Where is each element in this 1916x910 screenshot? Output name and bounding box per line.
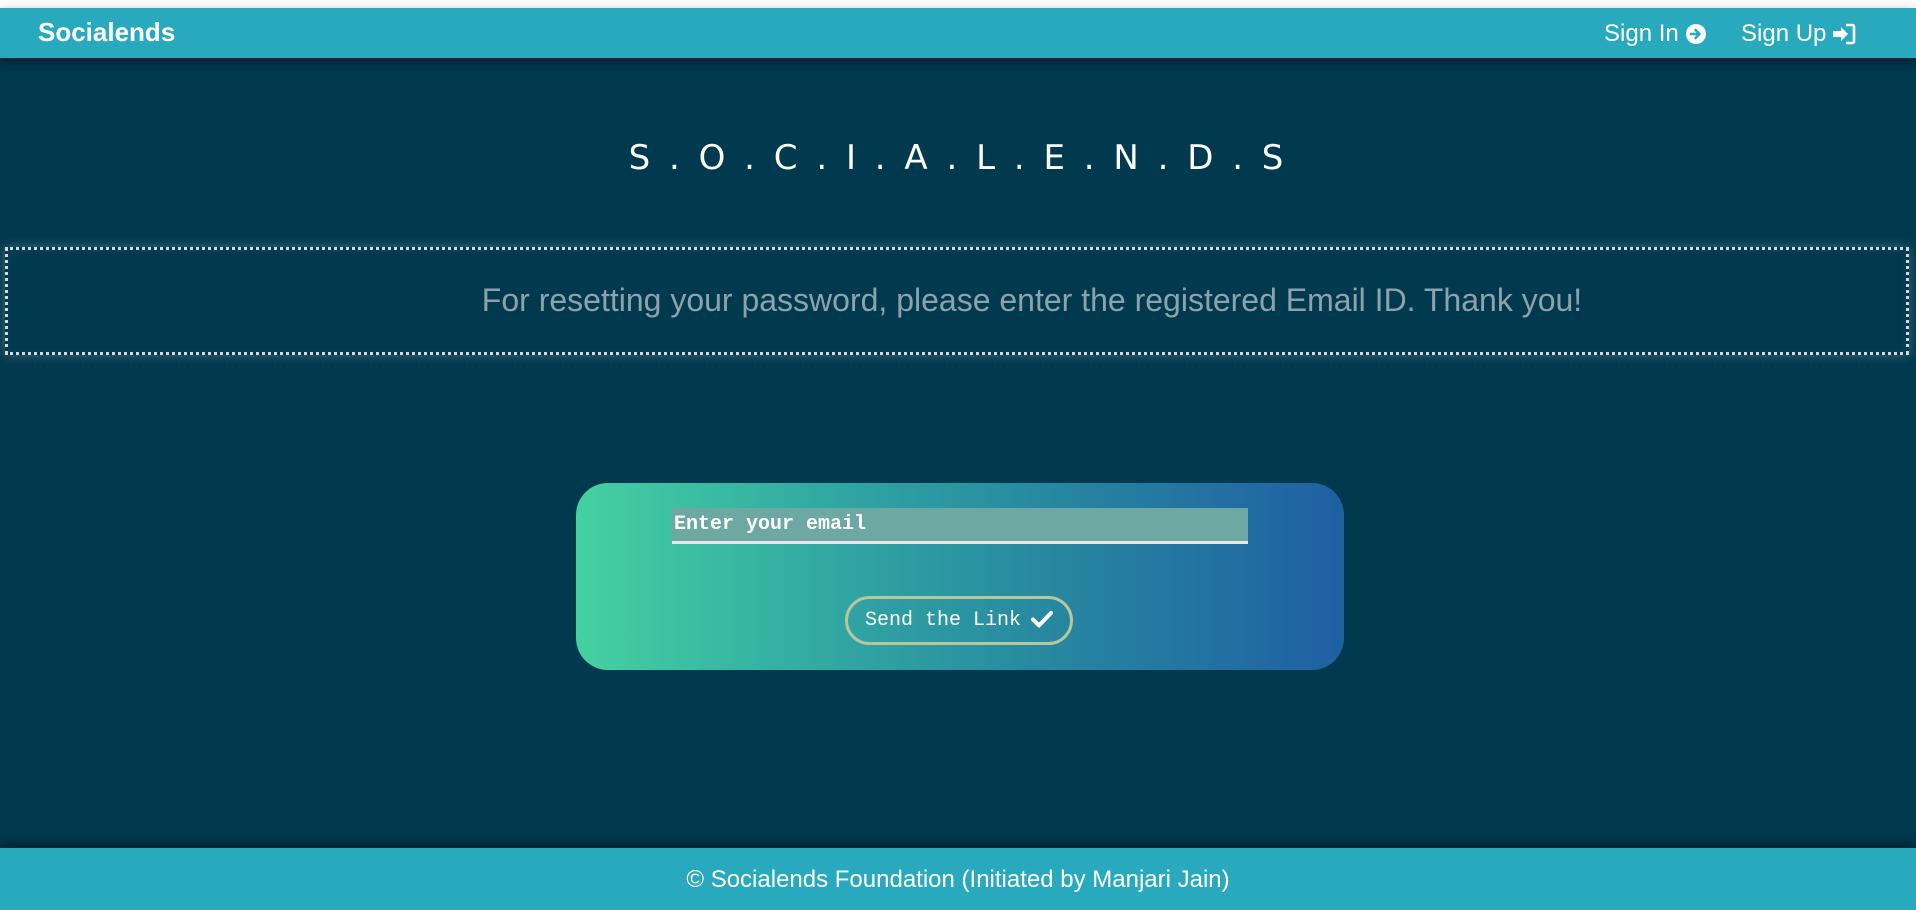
page: Socialends Sign In Sign Up S . O . C . I… xyxy=(0,0,1916,910)
main-content: S . O . C . I . A . L . E . N . D . S Fo… xyxy=(0,58,1916,848)
password-reset-notice: For resetting your password, please ente… xyxy=(5,247,1909,355)
site-title: S . O . C . I . A . L . E . N . D . S xyxy=(628,138,1288,178)
sign-up-label: Sign Up xyxy=(1741,20,1827,47)
arrow-circle-right-icon xyxy=(1685,23,1707,45)
brand-logo-link[interactable]: Socialends xyxy=(38,17,175,48)
sign-in-label: Sign In xyxy=(1604,20,1679,47)
footer-copyright: © Socialends Foundation (Initiated by Ma… xyxy=(686,866,1230,893)
top-navbar: Socialends Sign In Sign Up xyxy=(0,8,1916,58)
send-link-button[interactable]: Send the Link xyxy=(845,596,1073,645)
sign-in-icon xyxy=(1832,23,1856,45)
sign-up-link[interactable]: Sign Up xyxy=(1741,20,1856,48)
email-input[interactable] xyxy=(672,508,1248,544)
notice-text: For resetting your password, please ente… xyxy=(481,282,1583,318)
check-icon xyxy=(1031,610,1054,631)
sign-in-link[interactable]: Sign In xyxy=(1604,20,1707,48)
footer: © Socialends Foundation (Initiated by Ma… xyxy=(0,848,1916,910)
reset-password-form: Send the Link xyxy=(576,483,1344,670)
send-link-label: Send the Link xyxy=(864,609,1022,632)
